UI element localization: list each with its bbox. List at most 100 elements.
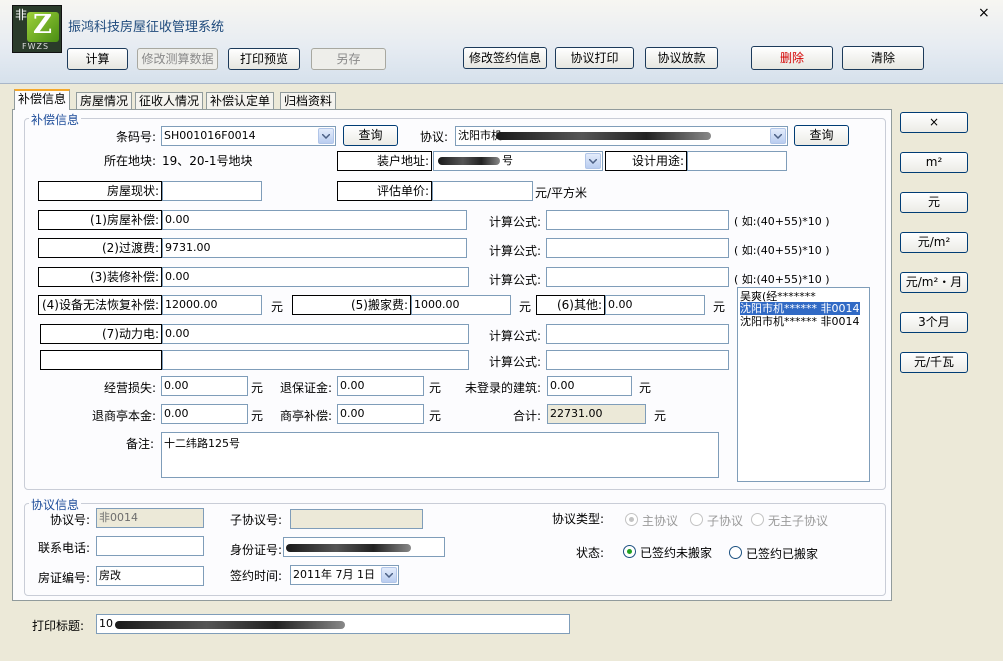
chevron-down-icon[interactable]	[381, 567, 397, 583]
barcode-combo[interactable]: SH001016F0014	[161, 126, 336, 146]
decoration-label: (3)装修补偿:	[38, 267, 162, 287]
formula-hint: ( 如:(40+55)*10 )	[734, 244, 830, 257]
decoration-input[interactable]: 0.00	[162, 267, 469, 287]
agreement-no-label: 协议号:	[49, 513, 90, 527]
total-label: 合计:	[512, 409, 541, 423]
yuan-unit: 元	[639, 381, 652, 395]
address-combo[interactable]: 号	[433, 151, 603, 171]
formula-label: 计算公式:	[489, 329, 542, 343]
formula-input-7[interactable]	[546, 324, 729, 344]
cert-input[interactable]: 房改	[96, 566, 204, 586]
radio-main-agreement[interactable]	[625, 513, 638, 526]
chevron-down-icon[interactable]	[770, 128, 786, 144]
tab-house[interactable]: 房屋情况	[76, 92, 133, 109]
unit-button-three-months[interactable]: 3个月	[900, 312, 968, 333]
list-item[interactable]: 沈阳市机****** 非0014	[740, 315, 860, 328]
unregistered-input[interactable]: 0.00	[547, 376, 632, 396]
list-item-selected[interactable]: 沈阳市机****** 非0014	[740, 302, 860, 315]
house-comp-label: (1)房屋补偿:	[38, 210, 162, 230]
tab-archive[interactable]: 归档资料	[280, 92, 337, 109]
close-icon[interactable]: ×	[978, 5, 990, 21]
formula-hint: ( 如:(40+55)*10 )	[734, 215, 830, 228]
agreement-no-input: 非0014	[96, 508, 204, 528]
chevron-down-icon[interactable]	[318, 128, 334, 144]
radio-sub-agreement[interactable]	[690, 513, 703, 526]
power-input[interactable]: 0.00	[162, 324, 469, 344]
tab-compensation-form[interactable]: 补偿认定单	[206, 92, 275, 109]
radio-no-agreement[interactable]	[751, 513, 764, 526]
unit-price-input[interactable]	[432, 181, 533, 201]
modify-sign-info-button[interactable]: 修改签约信息	[463, 47, 547, 69]
house-comp-input[interactable]: 0.00	[162, 210, 467, 230]
cert-label: 房证编号:	[37, 571, 90, 585]
other-label: (6)其他:	[536, 295, 605, 315]
chevron-down-icon[interactable]	[585, 153, 601, 169]
clear-button[interactable]: 清除	[842, 46, 924, 70]
unit-button-yuan-per-sqm[interactable]: 元/m²	[900, 232, 968, 253]
agreement-combo[interactable]: 沈阳市机	[455, 126, 788, 146]
app-logo: 非 Z FWZS	[12, 5, 62, 53]
formula-input-2[interactable]	[546, 238, 729, 258]
unit-button-yuan[interactable]: 元	[900, 192, 968, 213]
unit-price-unit: 元/平方米	[535, 186, 588, 200]
transition-input[interactable]: 9731.00	[162, 238, 467, 258]
equipment-label: (4)设备无法恢复补偿:	[38, 295, 162, 315]
save-as-button[interactable]: 另存	[311, 48, 386, 70]
other-input[interactable]: 0.00	[605, 295, 705, 315]
formula-input-3[interactable]	[546, 267, 729, 287]
id-input[interactable]	[283, 537, 445, 557]
formula-input-8[interactable]	[546, 350, 729, 370]
retire-deposit-input[interactable]: 0.00	[337, 376, 424, 396]
house-status-input[interactable]	[162, 181, 262, 201]
kiosk-capital-input[interactable]: 0.00	[161, 404, 248, 424]
address-label: 装户地址:	[337, 151, 432, 171]
sign-time-label: 签约时间:	[229, 569, 282, 583]
power-label: (7)动力电:	[40, 324, 162, 344]
custom-item-input[interactable]	[162, 350, 469, 370]
agreement-query-button[interactable]: 查询	[794, 125, 849, 146]
formula-input-1[interactable]	[546, 210, 729, 230]
phone-label: 联系电话:	[37, 541, 90, 555]
agreement-listbox[interactable]: 吴爽(经******* 沈阳市机****** 非0014 沈阳市机****** …	[737, 287, 870, 482]
print-title-input[interactable]: 10	[96, 614, 570, 634]
yuan-unit: 元	[519, 300, 532, 314]
remark-textarea[interactable]: 十二纬路125号	[161, 432, 719, 478]
transition-label: (2)过渡费:	[38, 238, 162, 258]
tab-expropriated-person[interactable]: 征收人情况	[135, 92, 204, 109]
id-label: 身份证号:	[229, 543, 282, 557]
formula-label: 计算公式:	[489, 355, 542, 369]
business-loss-input[interactable]: 0.00	[161, 376, 248, 396]
design-use-input[interactable]	[687, 151, 787, 171]
radio-signed-moved[interactable]	[729, 546, 742, 559]
unit-button-multiply[interactable]: ×	[900, 112, 968, 133]
print-preview-button[interactable]: 打印预览	[228, 48, 300, 70]
unit-button-square-meter[interactable]: m²	[900, 152, 968, 173]
equipment-input[interactable]: 12000.00	[162, 295, 262, 315]
yuan-unit: 元	[429, 409, 442, 423]
design-use-label: 设计用途:	[605, 151, 687, 171]
unit-button-yuan-per-kw[interactable]: 元/千瓦	[900, 352, 968, 373]
custom-item-label	[40, 350, 162, 370]
radio-no-agreement-label: 无主子协议	[768, 514, 829, 528]
unit-button-yuan-per-sqm-month[interactable]: 元/m²・月	[900, 272, 968, 293]
modify-calc-data-button[interactable]: 修改测算数据	[137, 48, 218, 70]
retire-deposit-label: 退保证金:	[279, 381, 332, 395]
yuan-unit: 元	[251, 409, 264, 423]
radio-signed-moved-label: 已签约已搬家	[746, 547, 819, 561]
yuan-unit: 元	[654, 409, 667, 423]
location-value: 19、20-1号地块	[162, 154, 253, 168]
phone-input[interactable]	[96, 536, 204, 556]
agreement-print-button[interactable]: 协议打印	[555, 47, 634, 69]
kiosk-comp-input[interactable]: 0.00	[337, 404, 424, 424]
delete-button[interactable]: 删除	[751, 46, 833, 70]
sign-time-picker[interactable]: 2011年 7月 1日	[290, 565, 399, 585]
compensation-section-title: 补偿信息	[29, 111, 82, 128]
agreement-pay-button[interactable]: 协议放款	[645, 47, 718, 69]
radio-signed-not-moved[interactable]	[623, 545, 636, 558]
barcode-query-button[interactable]: 查询	[343, 125, 398, 146]
calculate-button[interactable]: 计算	[67, 48, 128, 70]
unit-price-label: 评估单价:	[337, 181, 432, 201]
tab-compensation[interactable]: 补偿信息	[14, 89, 71, 110]
moving-input[interactable]: 1000.00	[411, 295, 511, 315]
sub-agreement-input	[290, 509, 423, 529]
